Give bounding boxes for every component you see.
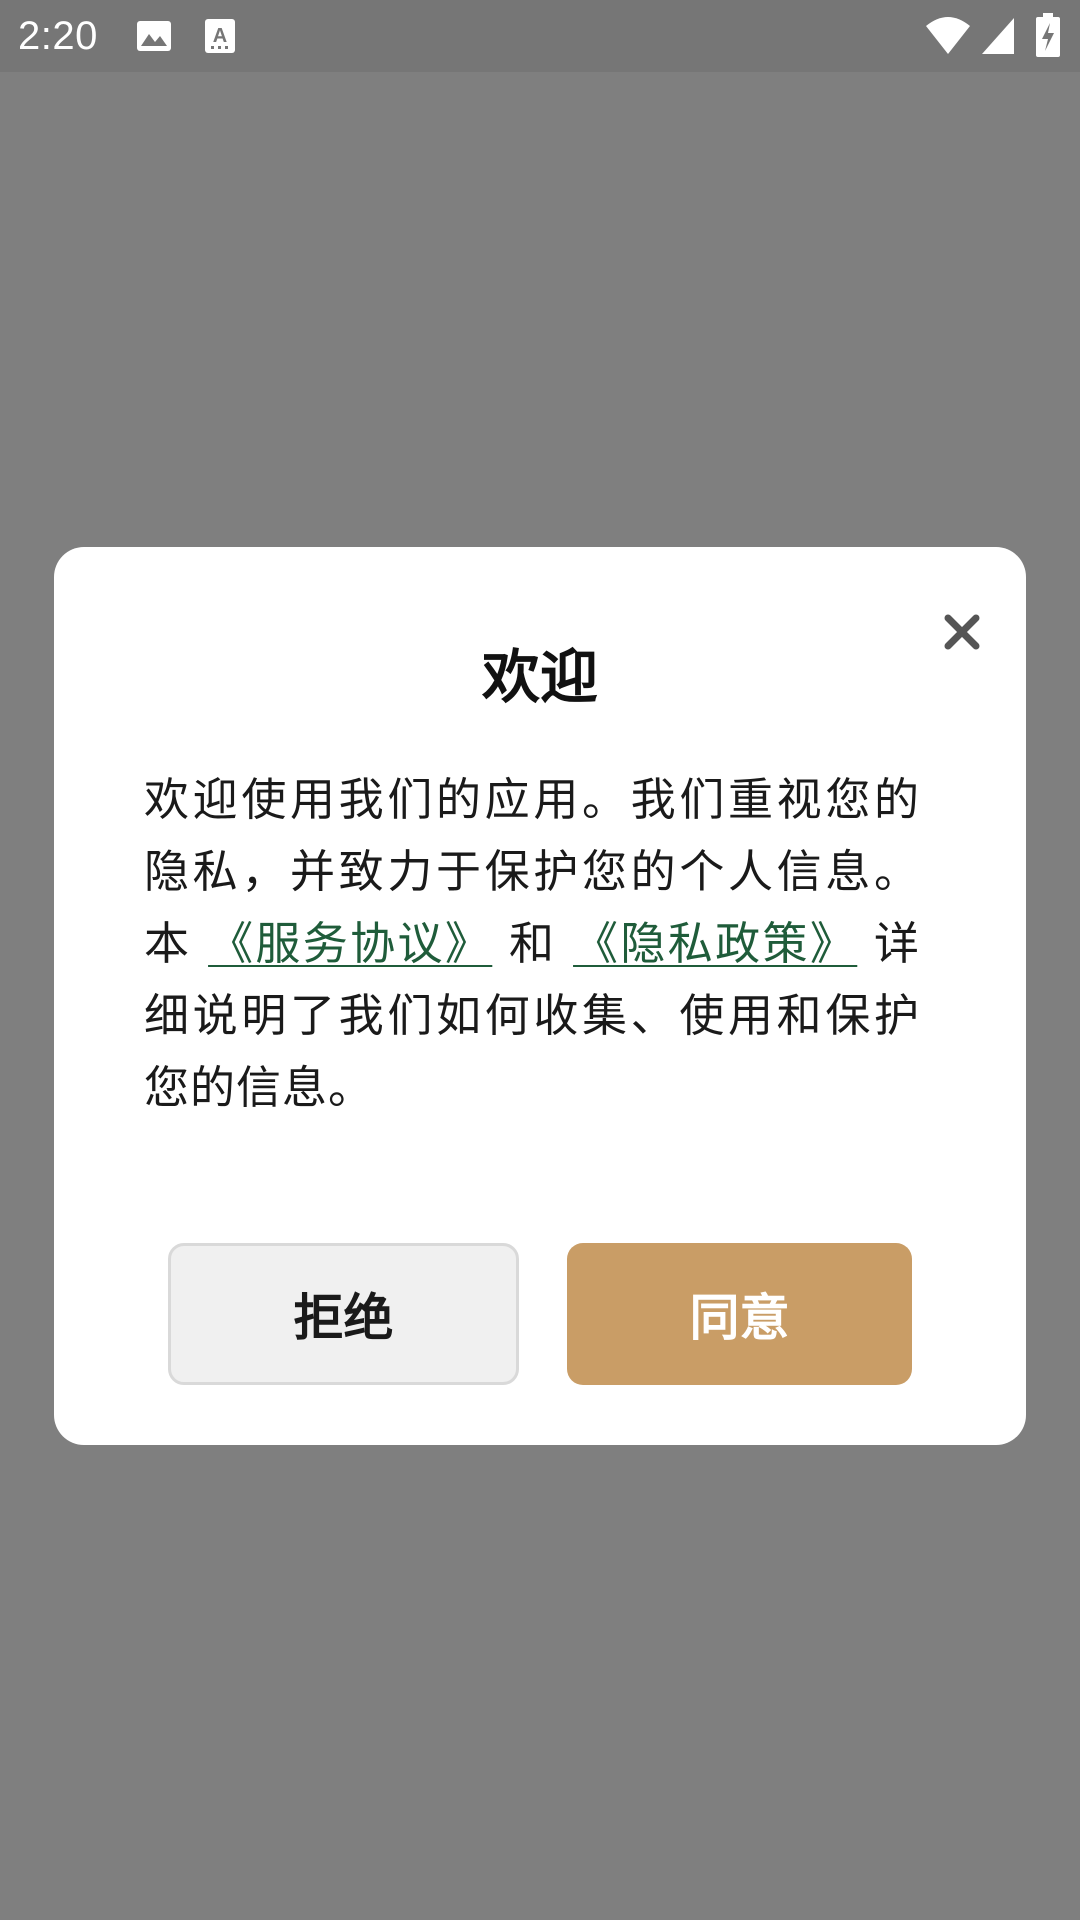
text-notification-icon: A [200,16,240,56]
status-bar: 2:20 A [0,0,1080,72]
status-time: 2:20 [18,14,98,58]
cellular-signal-icon [980,16,1016,56]
privacy-policy-link[interactable]: 《隐私政策》 [573,917,857,970]
agree-button-label: 同意 [689,1289,790,1347]
body-conjunction-text: 和 [508,917,557,970]
terms-of-service-link[interactable]: 《服务协议》 [208,917,492,970]
battery-charging-icon [1034,13,1062,59]
image-notification-icon [134,16,174,56]
reject-button-label: 拒绝 [293,1289,394,1347]
svg-text:A: A [213,25,227,47]
reject-button[interactable]: 拒绝 [168,1243,519,1385]
dialog-title: 欢迎 [481,643,598,711]
dialog-body-text: 欢迎使用我们的应用。我们重视您的隐私，并致力于保护您的个人信息。本 《服务协议》… [144,764,920,1124]
agree-button[interactable]: 同意 [567,1243,912,1385]
wifi-icon [924,14,972,58]
